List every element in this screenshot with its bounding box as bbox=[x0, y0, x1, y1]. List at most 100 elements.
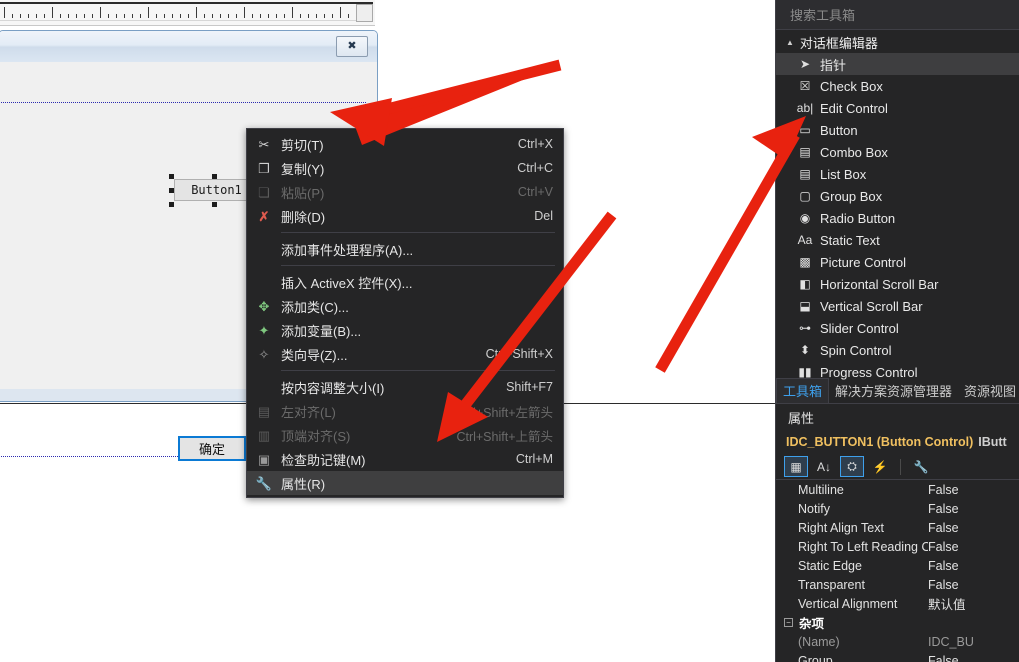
toolbox-item[interactable]: ➤ 指针 bbox=[776, 53, 1019, 75]
categorized-icon[interactable]: ▦ bbox=[784, 456, 808, 477]
toolbox-item[interactable]: ⊶ Slider Control bbox=[776, 317, 1019, 339]
ruler-tick bbox=[260, 14, 261, 18]
toolbox-item-label: List Box bbox=[820, 166, 867, 182]
right-dock-pane: 搜索工具箱 ▲ 对话框编辑器 ➤ 指针 ☒ Check Box ab| Edit Cont… bbox=[775, 0, 1019, 662]
property-value[interactable]: False bbox=[928, 521, 1019, 535]
property-value[interactable]: False bbox=[928, 540, 1019, 554]
property-name: − 杂项 bbox=[776, 613, 928, 632]
menu-item[interactable]: ▣ 检查助记键(M) Ctrl+M bbox=[247, 447, 563, 471]
menu-item-label: 检查助记键(M) bbox=[281, 452, 366, 468]
property-row[interactable]: Static Edge False bbox=[776, 556, 1019, 575]
property-value[interactable]: False bbox=[928, 559, 1019, 573]
property-value[interactable]: False bbox=[928, 502, 1019, 516]
toolbox-group-dialog-editor[interactable]: ▲ 对话框编辑器 bbox=[776, 32, 1019, 53]
toolbox-item[interactable]: ⬍ Spin Control bbox=[776, 339, 1019, 361]
properties-grid[interactable]: Multiline False Notify False Right Align Tex… bbox=[776, 480, 1019, 662]
menu-item[interactable]: 插入 ActiveX 控件(X)... bbox=[247, 270, 563, 294]
group-box-icon: ▢ bbox=[799, 189, 811, 203]
toolbox-item[interactable]: ab| Edit Control bbox=[776, 97, 1019, 119]
menu-item[interactable]: ✧ 类向导(Z)... Ctrl+Shift+X bbox=[247, 342, 563, 366]
ruler-tick bbox=[92, 14, 93, 18]
property-value[interactable]: 默认值 bbox=[928, 594, 1019, 613]
toolbox-item[interactable]: ▤ Combo Box bbox=[776, 141, 1019, 163]
collapse-icon[interactable]: − bbox=[784, 618, 793, 627]
menu-item[interactable]: ❐ 复制(Y) Ctrl+C bbox=[247, 156, 563, 180]
ruler-corner-box[interactable] bbox=[356, 4, 373, 22]
toolbox-item[interactable]: ⬓ Vertical Scroll Bar bbox=[776, 295, 1019, 317]
toolbox-tab[interactable]: 资源视图 bbox=[958, 379, 1019, 403]
toolbox-item[interactable]: ◧ Horizontal Scroll Bar bbox=[776, 273, 1019, 295]
ruler-tick bbox=[28, 14, 29, 18]
property-row[interactable]: Right To Left Reading OrderFalse bbox=[776, 537, 1019, 556]
horizontal-ruler bbox=[0, 0, 375, 26]
resize-handle-sw[interactable] bbox=[169, 202, 174, 207]
menu-item[interactable]: 🔧 属性(R) bbox=[247, 471, 563, 495]
menu-item[interactable]: ✦ 添加变量(B)... bbox=[247, 318, 563, 342]
ruler-tick bbox=[36, 14, 37, 18]
resize-handle-n[interactable] bbox=[212, 174, 217, 179]
ruler-tick bbox=[212, 14, 213, 18]
button-icon: ▭ bbox=[799, 123, 811, 137]
toolbox-tabstrip[interactable]: 工具箱 解决方案资源管理器 资源视图 bbox=[776, 378, 1019, 404]
property-name: Right To Left Reading Order bbox=[798, 539, 928, 554]
events-icon[interactable]: ⚡ bbox=[868, 456, 892, 477]
toolbox-item[interactable]: ◉ Radio Button bbox=[776, 207, 1019, 229]
cut-icon: ✂ bbox=[258, 136, 270, 152]
ruler-tick bbox=[108, 14, 109, 18]
ruler-tick bbox=[156, 14, 157, 18]
properties-toolbar[interactable]: ▦ A↓ ⛭ ⚡ 🔧 bbox=[776, 454, 1019, 480]
toolbox-tab[interactable]: 工具箱 bbox=[776, 378, 830, 403]
wrench-icon[interactable]: 🔧 bbox=[909, 456, 933, 477]
chevron-down-icon: ▲ bbox=[786, 38, 794, 47]
property-row[interactable]: Notify False bbox=[776, 499, 1019, 518]
ruler-tick bbox=[188, 14, 189, 18]
toolbox-list[interactable]: ▲ 对话框编辑器 ➤ 指针 ☒ Check Box ab| Edit Control ▭ Bu… bbox=[776, 30, 1019, 383]
ruler-tick bbox=[220, 14, 221, 18]
menu-item[interactable]: 按内容调整大小(I) Shift+F7 bbox=[247, 375, 563, 399]
property-row[interactable]: Multiline False bbox=[776, 480, 1019, 499]
resize-handle-s[interactable] bbox=[212, 202, 217, 207]
toolbox-search-input[interactable]: 搜索工具箱 bbox=[776, 0, 1019, 30]
menu-item[interactable]: ✗ 删除(D) Del bbox=[247, 204, 563, 228]
toolbox-item[interactable]: ▤ List Box bbox=[776, 163, 1019, 185]
property-category-row[interactable]: − 杂项 bbox=[776, 613, 1019, 632]
menu-item[interactable]: ✂ 剪切(T) Ctrl+X bbox=[247, 132, 563, 156]
ruler-ticks bbox=[0, 6, 373, 18]
toolbox-tab[interactable]: 解决方案资源管理器 bbox=[829, 379, 958, 403]
property-value[interactable]: False bbox=[928, 654, 1019, 662]
property-row[interactable]: Transparent False bbox=[776, 575, 1019, 594]
resize-handle-nw[interactable] bbox=[169, 174, 174, 179]
ruler-tick bbox=[196, 7, 197, 18]
menu-item-label: 添加类(C)... bbox=[281, 299, 349, 315]
property-name: Notify bbox=[798, 501, 830, 516]
toolbox-item[interactable]: Aa Static Text bbox=[776, 229, 1019, 251]
menu-item-shortcut: Ctrl+Shift+X bbox=[485, 347, 553, 361]
close-icon[interactable]: ✖ bbox=[336, 36, 368, 57]
toolbox-item[interactable]: ▢ Group Box bbox=[776, 185, 1019, 207]
property-pages-icon[interactable]: ⛭ bbox=[840, 456, 864, 477]
toolbox-item[interactable]: ▩ Picture Control bbox=[776, 251, 1019, 273]
ruler-tick bbox=[172, 14, 173, 18]
ok-button-control[interactable]: 确定 bbox=[178, 436, 246, 461]
property-row[interactable]: (Name) IDC_BU bbox=[776, 632, 1019, 651]
ruler-tick bbox=[204, 14, 205, 18]
property-name: Static Edge bbox=[798, 558, 862, 573]
menu-item[interactable]: 添加事件处理程序(A)... bbox=[247, 237, 563, 261]
property-row[interactable]: Right Align Text False bbox=[776, 518, 1019, 537]
alphabetical-icon[interactable]: A↓ bbox=[812, 456, 836, 477]
toolbox-group-label: 对话框编辑器 bbox=[799, 36, 878, 51]
property-value[interactable]: False bbox=[928, 483, 1019, 497]
property-value[interactable]: IDC_BU bbox=[928, 635, 1019, 649]
toolbox-item[interactable]: ▭ Button bbox=[776, 119, 1019, 141]
context-menu[interactable]: ✂ 剪切(T) Ctrl+X ❐ 复制(Y) Ctrl+C ❏ 粘贴(P) Ctrl+V ✗ 删除(… bbox=[246, 128, 564, 498]
property-row[interactable]: Group False bbox=[776, 651, 1019, 662]
properties-wrench-icon: 🔧 bbox=[255, 475, 273, 491]
ruler-tick bbox=[244, 7, 245, 18]
property-value[interactable]: False bbox=[928, 578, 1019, 592]
property-row[interactable]: Vertical Alignment 默认值 bbox=[776, 594, 1019, 613]
menu-item[interactable]: ✥ 添加类(C)... bbox=[247, 294, 563, 318]
toolbox-item[interactable]: ☒ Check Box bbox=[776, 75, 1019, 97]
toolbox-items[interactable]: ➤ 指针 ☒ Check Box ab| Edit Control ▭ Button ▤ Comb… bbox=[776, 53, 1019, 383]
resize-handle-w[interactable] bbox=[169, 188, 174, 193]
spin-control-icon: ⬍ bbox=[799, 343, 811, 357]
